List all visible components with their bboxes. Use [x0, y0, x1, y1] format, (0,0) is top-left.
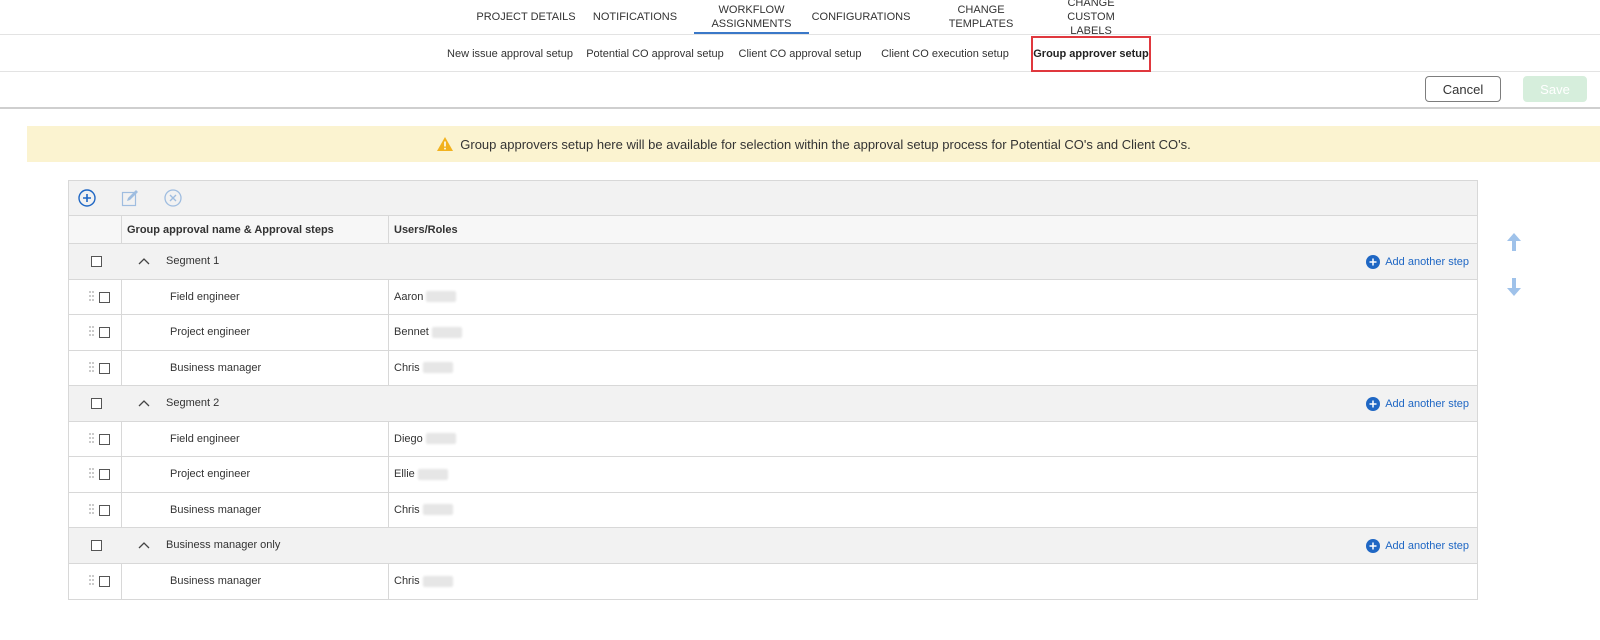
- user-name: Aaron: [394, 290, 424, 303]
- row-checkbox[interactable]: [99, 504, 110, 516]
- table-row: Field engineer Aaron: [69, 279, 1477, 315]
- table-row: Business manager Chris: [69, 350, 1477, 386]
- group-row: Segment 2 Add another step: [69, 386, 1477, 422]
- delete-icon[interactable]: [163, 188, 183, 208]
- header-name: Group approval name & Approval steps: [122, 216, 389, 243]
- subtab-new-issue-approval[interactable]: New issue approval setup: [446, 35, 574, 72]
- row-checkbox[interactable]: [99, 327, 110, 338]
- add-circle-icon: [1366, 538, 1381, 553]
- row-checkbox[interactable]: [99, 575, 110, 587]
- action-bar: Cancel Save: [0, 72, 1600, 109]
- row-checkbox[interactable]: [99, 362, 110, 374]
- subtab-client-co-execution[interactable]: Client CO execution setup: [880, 35, 1010, 72]
- step-name: Business manager: [122, 492, 389, 527]
- table-row: Project engineer Bennet: [69, 315, 1477, 351]
- user-name: Ellie: [394, 468, 415, 481]
- info-banner: Group approvers setup here will be avail…: [27, 126, 1600, 162]
- tab-workflow-assignments[interactable]: WORKFLOW ASSIGNMENTS: [694, 0, 809, 34]
- sub-tab-bar: New issue approval setup Potential CO ap…: [0, 35, 1600, 72]
- move-up-arrow-icon[interactable]: [1506, 231, 1522, 253]
- group-row: Business manager only Add another step: [69, 528, 1477, 564]
- chevron-up-icon[interactable]: [138, 541, 150, 549]
- group-name: Business manager only: [166, 539, 281, 552]
- warning-icon: [436, 136, 460, 152]
- user-name: Chris: [394, 503, 420, 516]
- drag-handle-icon[interactable]: [89, 432, 95, 445]
- group-checkbox[interactable]: [91, 540, 102, 551]
- step-name: Field engineer: [122, 421, 389, 456]
- table-row: Business manager Chris: [69, 492, 1477, 528]
- user-name: Chris: [394, 361, 420, 374]
- banner-text: Group approvers setup here will be avail…: [460, 136, 1191, 152]
- add-circle-icon: [1366, 254, 1381, 269]
- group-checkbox[interactable]: [91, 398, 102, 409]
- top-tab-bar: PROJECT DETAILS NOTIFICATIONS WORKFLOW A…: [0, 0, 1600, 37]
- add-another-step-button[interactable]: Add another step: [1366, 528, 1469, 563]
- drag-handle-icon[interactable]: [89, 361, 95, 374]
- edit-icon[interactable]: [120, 188, 140, 208]
- table-row: Business manager Chris: [69, 563, 1477, 599]
- tab-change-custom-labels[interactable]: CHANGE CUSTOM LABELS: [1045, 0, 1137, 37]
- tab-change-templates[interactable]: CHANGE TEMPLATES: [926, 0, 1036, 34]
- cancel-button[interactable]: Cancel: [1425, 76, 1501, 102]
- add-another-step-button[interactable]: Add another step: [1366, 244, 1469, 279]
- step-name: Project engineer: [122, 315, 389, 350]
- drag-handle-icon[interactable]: [89, 290, 95, 303]
- subtab-group-approver-setup[interactable]: Group approver setup: [1031, 36, 1151, 72]
- subtab-client-co-approval[interactable]: Client CO approval setup: [738, 35, 862, 72]
- row-checkbox[interactable]: [99, 291, 110, 303]
- subtab-potential-co-approval[interactable]: Potential CO approval setup: [586, 35, 724, 72]
- tab-notifications[interactable]: NOTIFICATIONS: [591, 0, 679, 34]
- step-name: Project engineer: [122, 457, 389, 492]
- tab-project-details[interactable]: PROJECT DETAILS: [470, 0, 582, 34]
- table-row: Field engineer Diego: [69, 421, 1477, 457]
- user-name: Bennet: [394, 326, 429, 339]
- user-name: Diego: [394, 432, 423, 445]
- drag-handle-icon[interactable]: [89, 468, 95, 480]
- drag-handle-icon[interactable]: [89, 503, 95, 516]
- add-icon[interactable]: [77, 188, 97, 208]
- group-name: Segment 1: [166, 255, 220, 268]
- grid-toolbar: [69, 181, 1477, 216]
- drag-handle-icon[interactable]: [89, 574, 95, 587]
- drag-handle-icon[interactable]: [89, 326, 95, 338]
- group-row: Segment 1 Add another step: [69, 244, 1477, 280]
- move-down-arrow-icon[interactable]: [1506, 276, 1522, 298]
- header-users: Users/Roles: [394, 223, 458, 236]
- row-checkbox[interactable]: [99, 469, 110, 480]
- add-circle-icon: [1366, 396, 1381, 411]
- step-name: Field engineer: [122, 279, 389, 314]
- step-name: Business manager: [122, 563, 389, 599]
- grid-header: Group approval name & Approval steps Use…: [69, 216, 1477, 244]
- tab-configurations[interactable]: CONFIGURATIONS: [812, 0, 911, 34]
- add-another-step-button[interactable]: Add another step: [1366, 386, 1469, 421]
- group-name: Segment 2: [166, 397, 220, 410]
- step-name: Business manager: [122, 350, 389, 385]
- user-name: Chris: [394, 575, 420, 588]
- row-checkbox[interactable]: [99, 433, 110, 445]
- chevron-up-icon[interactable]: [138, 257, 150, 265]
- group-approver-grid: Group approval name & Approval steps Use…: [68, 180, 1478, 600]
- group-checkbox[interactable]: [91, 256, 102, 267]
- table-row: Project engineer Ellie: [69, 457, 1477, 493]
- save-button[interactable]: Save: [1523, 76, 1587, 102]
- chevron-up-icon[interactable]: [138, 399, 150, 407]
